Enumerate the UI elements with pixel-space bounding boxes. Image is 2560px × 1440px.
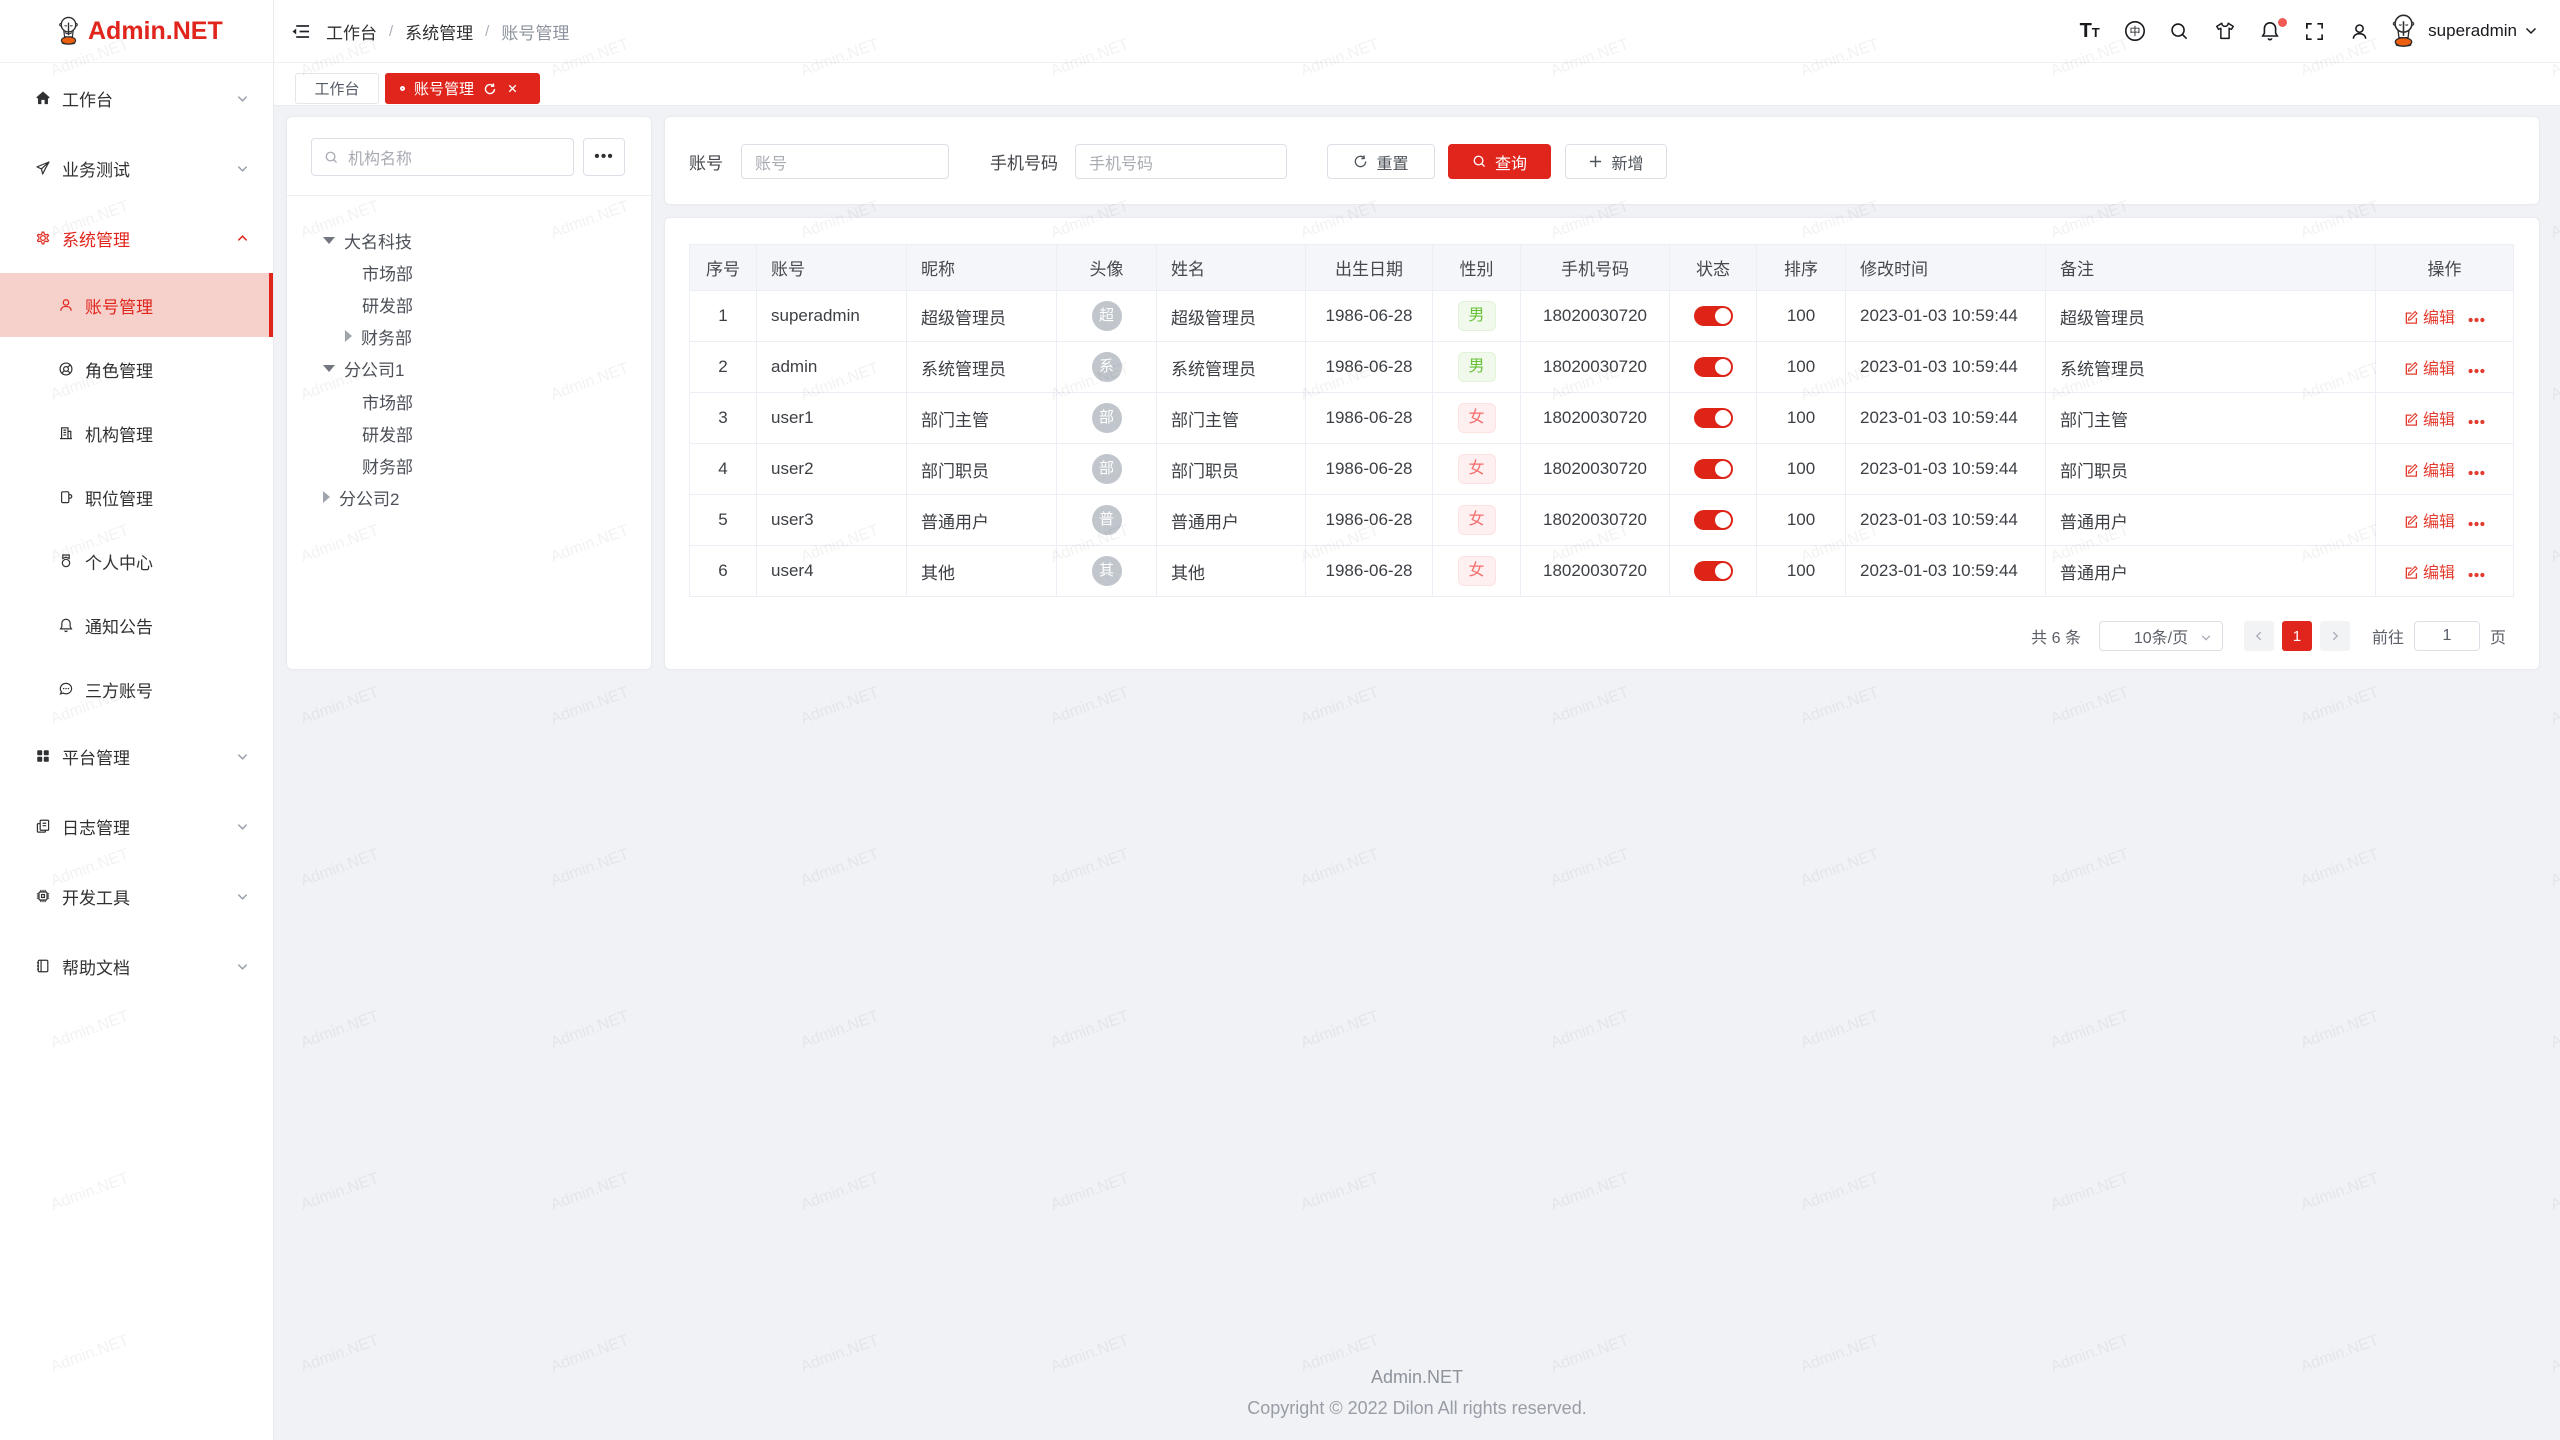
svg-text:中: 中 [2129, 25, 2140, 38]
